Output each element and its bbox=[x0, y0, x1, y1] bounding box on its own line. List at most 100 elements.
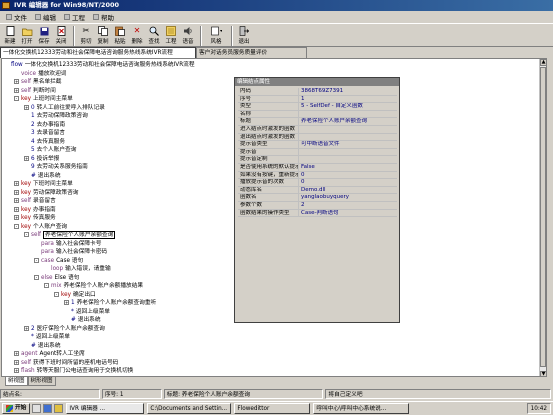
property-row[interactable]: 内码 3868T69Z7391 bbox=[238, 88, 397, 96]
quicklaunch-browser-icon[interactable] bbox=[43, 404, 53, 413]
menu-edit[interactable]: 编辑 bbox=[31, 12, 60, 22]
property-value[interactable]: 0 bbox=[298, 179, 397, 186]
paste-button[interactable]: 粘贴 bbox=[112, 24, 128, 45]
tree-node[interactable]: 2 去办事指南 bbox=[24, 121, 65, 130]
tree-node[interactable]: 4 去传真服务 bbox=[24, 138, 65, 147]
tree-node[interactable]: loop 输入错误，请重输 bbox=[44, 265, 111, 274]
tree-node[interactable]: - case Case 语句 bbox=[34, 257, 83, 266]
tab-tree-shape-view[interactable]: 树形视图 bbox=[27, 377, 56, 386]
tree-node[interactable]: + self 判断时间 bbox=[14, 87, 56, 96]
tree-node[interactable]: 9 去劳动关系服务指南 bbox=[24, 163, 88, 172]
tree-node[interactable]: * 返回上级菜单 bbox=[24, 333, 70, 342]
property-row[interactable]: 参数个数 2 bbox=[238, 201, 397, 210]
property-row[interactable]: 标题 养老保险个人账户余额查询 bbox=[238, 118, 397, 126]
new-button[interactable]: 新建 bbox=[2, 24, 18, 45]
vertical-scrollbar[interactable]: ▲ ▼ bbox=[539, 59, 546, 376]
tree-node[interactable]: - key 个人账户查询 bbox=[14, 223, 67, 232]
tree-node[interactable]: - mix 养老保险个人账户余额播放结果 bbox=[44, 282, 143, 291]
collapse-icon[interactable]: - bbox=[24, 232, 29, 237]
expand-icon[interactable]: + bbox=[14, 206, 19, 212]
property-value[interactable]: 0 bbox=[298, 171, 397, 179]
expand-icon[interactable]: + bbox=[14, 359, 19, 365]
tree-node[interactable]: + key 下班时间主菜单 bbox=[14, 180, 73, 189]
property-value[interactable]: 1 bbox=[298, 95, 397, 103]
expand-icon[interactable]: + bbox=[14, 215, 19, 220]
tree-node[interactable]: # 退出系统 bbox=[24, 172, 61, 181]
property-row[interactable]: 如果没有按键，重新提示音的间隔(秒)0 bbox=[238, 171, 397, 180]
find-button[interactable]: 查找 bbox=[146, 24, 162, 45]
collapse-icon[interactable]: - bbox=[54, 291, 59, 297]
menu-help[interactable]: 帮助 bbox=[89, 12, 118, 22]
tree-node[interactable]: - key 上班时间主菜单 bbox=[14, 95, 73, 104]
tree-node[interactable]: + self 黑名单拦截 bbox=[14, 78, 61, 87]
tab-tree-view[interactable]: 树视图 bbox=[5, 377, 28, 386]
tree-node[interactable]: + key 劳动保障政策咨询 bbox=[14, 189, 78, 198]
tree-node[interactable]: + key 传真服务 bbox=[14, 214, 56, 223]
open-button[interactable]: 打开 bbox=[19, 24, 35, 45]
tree-node[interactable]: +6 投诉举报 bbox=[24, 155, 59, 164]
menu-project[interactable]: 工程 bbox=[60, 12, 89, 22]
tree-node[interactable]: + agent Agent转人工坐席 bbox=[14, 350, 85, 359]
expand-icon[interactable]: + bbox=[14, 368, 19, 373]
property-row[interactable]: 是否使用系统的默认提示音播放False bbox=[238, 163, 397, 172]
tree-node[interactable]: + self 获得下班时间所留的座机电话号码 bbox=[14, 359, 118, 368]
expand-icon[interactable]: + bbox=[14, 351, 19, 356]
tree-node[interactable]: # 退出系统 bbox=[64, 316, 101, 325]
tree-node[interactable]: - else Else 语句 bbox=[34, 274, 79, 283]
tree-node[interactable]: voice 播放欢迎词 bbox=[14, 70, 67, 79]
property-value[interactable]: 5 - SelfDef - 自定义函数 bbox=[298, 103, 397, 110]
task-flowedittor[interactable]: Flowedittor bbox=[234, 403, 311, 414]
tree-node[interactable]: - self 养老保险个人账户余额查询 bbox=[24, 231, 116, 240]
quicklaunch-desktop-icon[interactable] bbox=[32, 404, 42, 413]
cut-button[interactable]: ✂ 剪切 bbox=[78, 24, 94, 45]
tree-node[interactable]: + self 录音留言 bbox=[14, 197, 56, 206]
tree-node[interactable]: - key 确定出口 bbox=[54, 291, 96, 300]
expand-icon[interactable]: + bbox=[14, 79, 19, 84]
property-row[interactable]: 函数结果的操作类型 Case-判断语句 bbox=[238, 209, 397, 218]
scroll-thumb[interactable] bbox=[540, 67, 546, 367]
tree-node[interactable]: flow 一体化交换机12333劳动和社会保障电话咨询服务热线系统IVR流程 bbox=[4, 61, 195, 70]
tree-node[interactable]: * 返回上级菜单 bbox=[64, 308, 110, 317]
property-row[interactable]: 类型 5 - SelfDef - 自定义函数 bbox=[238, 103, 397, 111]
property-row[interactable]: 提示音 bbox=[238, 148, 397, 157]
property-value[interactable] bbox=[298, 110, 397, 118]
property-value[interactable] bbox=[298, 156, 397, 163]
tree-node[interactable]: # 退出系统 bbox=[24, 342, 61, 351]
property-value[interactable]: 养老保险个人账户余额查询 bbox=[298, 118, 397, 125]
tree-node[interactable]: +0 转人工前往爱呼入排队记录 bbox=[24, 104, 105, 113]
tree-node[interactable]: 5 去个人账户查询 bbox=[24, 146, 76, 155]
tree-node[interactable]: 1 去劳动保障政策咨询 bbox=[24, 112, 88, 121]
collapse-icon[interactable]: - bbox=[34, 274, 39, 280]
property-row[interactable]: 提示音类型 可中断语音文件 bbox=[238, 141, 397, 149]
property-row[interactable]: 播放提示音的次数 0 bbox=[238, 179, 397, 187]
tree-node[interactable]: + key 办事指南 bbox=[14, 206, 56, 215]
collapse-icon[interactable]: - bbox=[44, 283, 49, 288]
property-row[interactable]: 动态库名 Demo.dll bbox=[238, 186, 397, 195]
property-value[interactable]: yanglaobuyquery bbox=[298, 194, 397, 201]
tab-service-evaluation[interactable]: 客户对话务员服务质量评价 bbox=[196, 47, 307, 58]
tree-node[interactable]: para 输入社会保障卡密码 bbox=[34, 248, 107, 257]
tab-ivr-flow[interactable]: 一体化交换机12333劳动和社会保障电话咨询服务热线系统IVR流程 bbox=[0, 47, 196, 58]
collapse-icon[interactable]: - bbox=[34, 257, 39, 263]
task-explorer-window[interactable]: C:\Documents and Settin... bbox=[147, 403, 232, 414]
property-value[interactable]: 2 bbox=[298, 201, 397, 209]
menu-file[interactable]: 文件 bbox=[2, 12, 31, 22]
property-row[interactable]: 退出结点时激发的函数 bbox=[238, 133, 397, 142]
property-value[interactable]: 可中断语音文件 bbox=[298, 141, 397, 148]
expand-icon[interactable]: + bbox=[14, 87, 19, 93]
property-row[interactable]: 进入结点时激发的函数 bbox=[238, 125, 397, 134]
tree-node[interactable]: 3 去录音留言 bbox=[24, 129, 65, 138]
start-button[interactable]: 开始 bbox=[2, 403, 31, 414]
property-row[interactable]: 函数名 yanglaobuyquery bbox=[238, 194, 397, 202]
voice-button[interactable]: 语音 bbox=[180, 24, 196, 45]
tree-node[interactable]: +1 养老保险个人账户余额查询重听 bbox=[64, 299, 156, 308]
task-callcenter-doc[interactable]: 呼叫中心\呼叫中心系统说... bbox=[313, 403, 410, 414]
property-value[interactable] bbox=[298, 125, 397, 133]
project-button[interactable]: 工程 bbox=[163, 24, 179, 45]
property-value[interactable]: Case-判断语句 bbox=[298, 209, 397, 217]
property-value[interactable] bbox=[298, 133, 397, 141]
property-value[interactable]: 3868T69Z7391 bbox=[298, 88, 397, 95]
tree-node[interactable]: +2 医疗保险个人账户余额查询 bbox=[24, 325, 105, 334]
expand-icon[interactable]: + bbox=[24, 104, 29, 110]
tree-node[interactable]: + flash 转等天服门公电话查询用于交换机切换 bbox=[14, 367, 133, 376]
